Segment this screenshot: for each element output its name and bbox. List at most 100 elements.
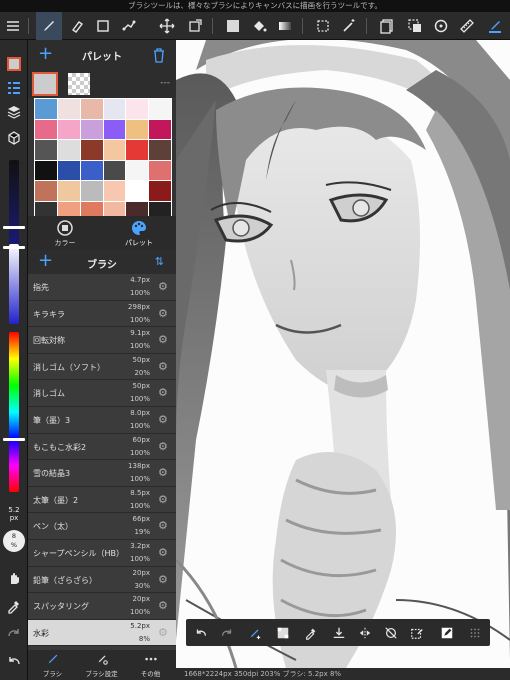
palette-swatch[interactable] bbox=[149, 160, 171, 181]
edit-mode-icon[interactable] bbox=[434, 619, 460, 646]
import-icon[interactable] bbox=[326, 619, 352, 646]
brush-row[interactable]: スパッタリング 20px 100% ⚙ bbox=[28, 593, 176, 620]
clear-layer-icon[interactable] bbox=[270, 619, 296, 646]
palette-swatch[interactable] bbox=[149, 140, 171, 160]
palette-swatch[interactable] bbox=[80, 160, 103, 181]
palette-swatch[interactable] bbox=[103, 119, 126, 140]
brush-tool-icon[interactable] bbox=[36, 12, 62, 40]
brush-row[interactable]: 筆（墨）3 8.0px 100% ⚙ bbox=[28, 406, 176, 434]
gear-icon[interactable]: ⚙ bbox=[158, 281, 170, 293]
eyedropper-float-icon[interactable] bbox=[298, 619, 324, 646]
brush-row[interactable]: 指先 4.7px 100% ⚙ bbox=[28, 274, 176, 301]
shape-tool-icon[interactable] bbox=[90, 12, 116, 40]
tab-brush[interactable]: ブラシ bbox=[28, 652, 77, 678]
bucket-tool-icon[interactable] bbox=[246, 12, 272, 40]
brush-row[interactable]: シャープペンシル（HB） 3.2px 100% ⚙ bbox=[28, 539, 176, 567]
gear-icon[interactable]: ⚙ bbox=[158, 360, 170, 373]
brush-row[interactable]: 回転対称 9.1px 100% ⚙ bbox=[28, 327, 176, 354]
opacity-indicator[interactable]: 8 % bbox=[3, 530, 25, 552]
palette-swatch[interactable] bbox=[35, 181, 57, 201]
gear-icon[interactable]: ⚙ bbox=[158, 440, 170, 453]
undo-left-icon[interactable] bbox=[4, 652, 24, 672]
select-tool-icon[interactable] bbox=[310, 12, 336, 40]
tab-brush-settings[interactable]: ブラシ設定 bbox=[77, 652, 126, 678]
palette-swatch[interactable] bbox=[57, 160, 80, 181]
eyedropper-icon[interactable] bbox=[4, 596, 24, 616]
palette-swatch[interactable] bbox=[126, 119, 149, 140]
palette-swatch[interactable] bbox=[57, 181, 80, 201]
palette-swatch[interactable] bbox=[103, 181, 126, 201]
flip-icon[interactable] bbox=[352, 619, 378, 646]
brush-row[interactable]: ペン（太） 66px 19% ⚙ bbox=[28, 513, 176, 540]
gear-icon[interactable]: ⚙ bbox=[158, 334, 170, 346]
palette-swatch[interactable] bbox=[126, 160, 149, 181]
brush-row[interactable]: 消しゴム 50px 100% ⚙ bbox=[28, 380, 176, 407]
move-tool-icon[interactable] bbox=[154, 12, 180, 40]
hue-slider[interactable] bbox=[9, 332, 19, 492]
trash-icon[interactable] bbox=[152, 47, 166, 63]
snap-tool-icon[interactable] bbox=[116, 12, 142, 40]
palette-swatch[interactable] bbox=[126, 99, 149, 119]
palette-swatch[interactable] bbox=[35, 160, 57, 181]
redo-left-icon[interactable] bbox=[4, 624, 24, 644]
gear-icon[interactable]: ⚙ bbox=[158, 413, 170, 426]
palette-swatch[interactable] bbox=[103, 140, 126, 160]
palette-swatch[interactable] bbox=[57, 119, 80, 140]
palette-swatch[interactable] bbox=[80, 99, 103, 119]
color-swatch-icon[interactable] bbox=[4, 54, 24, 74]
gear-icon[interactable]: ⚙ bbox=[158, 307, 170, 320]
gear-icon[interactable]: ⚙ bbox=[158, 387, 170, 399]
grid-dots-icon[interactable] bbox=[462, 619, 488, 646]
brush-row[interactable]: 水彩 5.2px 8% ⚙ bbox=[28, 619, 176, 647]
palette-swatch[interactable] bbox=[149, 119, 171, 140]
brush-row[interactable]: 鉛筆（ざらざら） 20px 30% ⚙ bbox=[28, 566, 176, 594]
palette-swatch[interactable] bbox=[103, 99, 126, 119]
palette-swatch[interactable] bbox=[103, 160, 126, 181]
undo-icon[interactable] bbox=[188, 619, 214, 646]
palette-swatch[interactable] bbox=[35, 99, 57, 119]
brush-row[interactable]: もこもこ水彩2 60px 100% ⚙ bbox=[28, 433, 176, 461]
gear-icon[interactable]: ⚙ bbox=[158, 600, 170, 612]
transform-tool-icon[interactable] bbox=[182, 12, 208, 40]
brush-panel-icon[interactable] bbox=[4, 78, 24, 98]
palette-swatch[interactable] bbox=[57, 140, 80, 160]
brush-row[interactable]: キラキラ 298px 100% ⚙ bbox=[28, 300, 176, 328]
palette-more[interactable]: --- bbox=[160, 78, 170, 88]
layers-icon[interactable] bbox=[4, 102, 24, 122]
menu-icon[interactable] bbox=[0, 12, 26, 40]
sort-icon[interactable]: ⇅ bbox=[155, 255, 164, 268]
drawing-canvas[interactable] bbox=[176, 40, 510, 668]
select-edit-icon[interactable] bbox=[404, 619, 430, 646]
brush-row[interactable]: 雪の結晶3 138px 100% ⚙ bbox=[28, 460, 176, 487]
brush-size-knob[interactable] bbox=[3, 226, 25, 229]
gear-icon[interactable]: ⚙ bbox=[158, 626, 170, 639]
materials-icon[interactable] bbox=[4, 128, 24, 148]
hue-knob[interactable] bbox=[3, 438, 25, 441]
gear-icon[interactable]: ⚙ bbox=[158, 520, 170, 532]
tab-color[interactable]: カラー bbox=[28, 218, 102, 252]
gear-icon[interactable]: ⚙ bbox=[158, 467, 170, 479]
brush-row[interactable]: 消しゴム（ソフト） 50px 20% ⚙ bbox=[28, 353, 176, 381]
palette-swatch[interactable] bbox=[35, 119, 57, 140]
gear-icon[interactable]: ⚙ bbox=[158, 493, 170, 506]
hand-tool-icon[interactable] bbox=[4, 568, 24, 588]
palette-swatch[interactable] bbox=[80, 140, 103, 160]
gear-icon[interactable]: ⚙ bbox=[158, 546, 170, 559]
palette-swatch[interactable] bbox=[126, 181, 149, 201]
stabilizer-icon[interactable] bbox=[242, 619, 268, 646]
rotate-canvas-icon[interactable] bbox=[428, 12, 454, 40]
tab-other[interactable]: その他 bbox=[126, 652, 175, 678]
gradient-tool-icon[interactable] bbox=[272, 12, 298, 40]
fill-color-icon[interactable] bbox=[220, 12, 246, 40]
selection-layer-icon[interactable] bbox=[402, 12, 428, 40]
tab-palette[interactable]: パレット bbox=[102, 218, 176, 252]
ruler-icon[interactable] bbox=[454, 12, 480, 40]
palette-slot-empty[interactable] bbox=[68, 73, 90, 95]
palette-swatch[interactable] bbox=[126, 140, 149, 160]
pen-settings-icon[interactable] bbox=[482, 12, 508, 40]
palette-swatch[interactable] bbox=[35, 140, 57, 160]
palette-swatch[interactable] bbox=[149, 99, 171, 119]
brush-row[interactable]: 太筆（墨）2 8.5px 100% ⚙ bbox=[28, 486, 176, 514]
palette-swatch[interactable] bbox=[80, 119, 103, 140]
brightness-knob[interactable] bbox=[3, 246, 25, 249]
